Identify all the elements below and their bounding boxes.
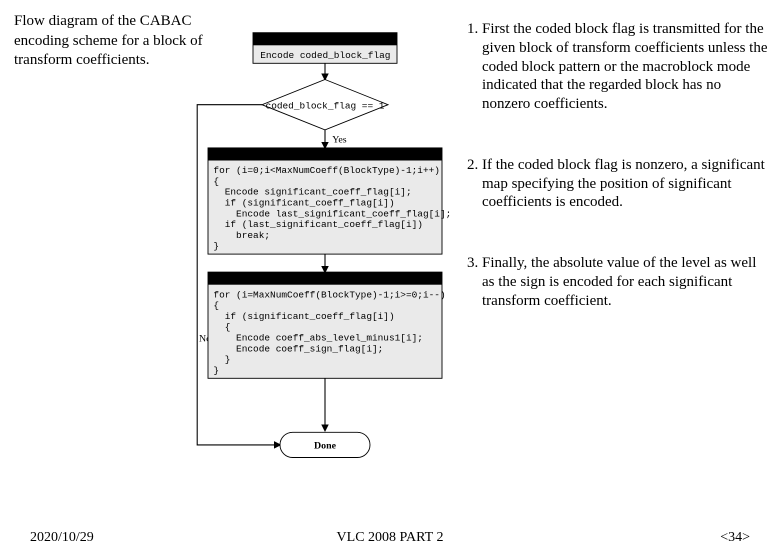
stage1-code: Encode coded_block_flag — [260, 50, 390, 61]
decision-label: coded_block_flag == 1 — [266, 100, 385, 111]
step-list: First the coded block flag is transmitte… — [460, 20, 768, 352]
footer-page: <34> — [720, 530, 750, 546]
step-3: Finally, the absolute value of the level… — [482, 254, 768, 310]
label-yes: Yes — [332, 135, 347, 146]
stage1-title: Coded Block Flag — [287, 34, 362, 45]
done-label: Done — [314, 441, 337, 452]
decision-coded-block-flag: coded_block_flag == 1 — [262, 80, 388, 130]
stage2-title: Significance Map — [288, 149, 362, 160]
footer-date: 2020/10/29 — [30, 530, 94, 546]
stage-coded-block-flag: Coded Block Flag Encode coded_block_flag — [253, 33, 397, 64]
stage-level-information: Level Information for (i=MaxNumCoeff(Blo… — [208, 272, 460, 378]
terminal-done: Done — [280, 432, 370, 457]
stage-significance-map: Significance Map for (i=0;i<MaxNumCoeff(… — [208, 148, 460, 254]
flow-diagram: Coded Block Flag Encode coded_block_flag… — [190, 6, 460, 504]
step-1: First the coded block flag is transmitte… — [482, 20, 768, 114]
step-2: If the coded block flag is nonzero, a si… — [482, 156, 768, 212]
stage3-title: Level Information — [286, 273, 364, 284]
diagram-caption: Flow diagram of the CABAC encoding schem… — [14, 12, 214, 71]
footer-title: VLC 2008 PART 2 — [337, 530, 444, 546]
